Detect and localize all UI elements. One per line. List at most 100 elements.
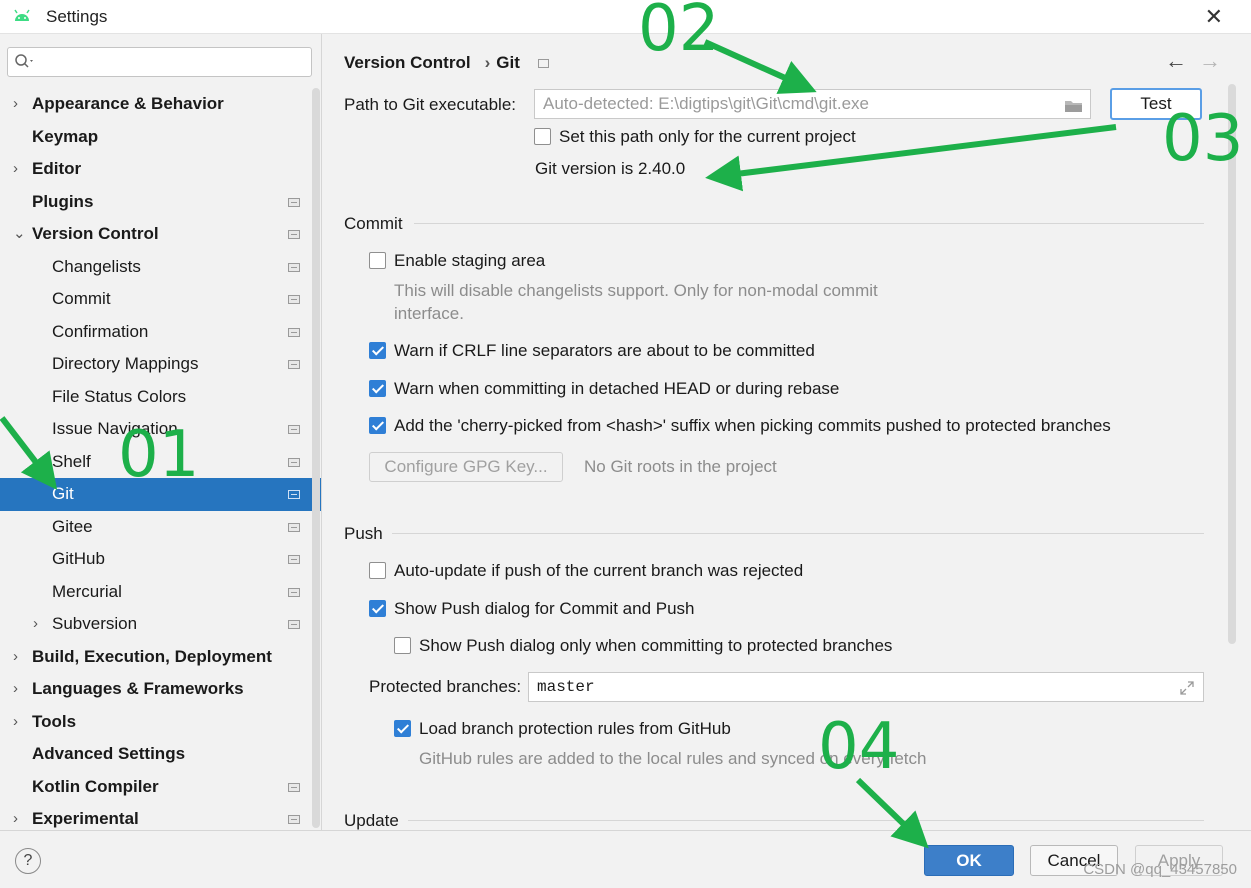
sidebar-item-advanced-settings[interactable]: Advanced Settings: [0, 738, 321, 771]
sidebar-item-keymap[interactable]: Keymap: [0, 121, 321, 154]
sidebar-item-label: Appearance & Behavior: [32, 94, 224, 113]
load-rules-label[interactable]: Load branch protection rules from GitHub: [419, 719, 731, 739]
sidebar-item-build-execution-deployment[interactable]: › Build, Execution, Deployment: [0, 641, 321, 674]
breadcrumb-separator: ›: [484, 53, 491, 72]
detached-head-checkbox[interactable]: [369, 380, 386, 397]
chevron-right-icon[interactable]: ›: [13, 641, 18, 674]
back-arrow-icon[interactable]: ←: [1165, 48, 1187, 74]
staging-hint-line1: This will disable changelists support. O…: [394, 281, 878, 300]
sidebar-item-confirmation[interactable]: Confirmation: [0, 316, 321, 349]
detached-head-label[interactable]: Warn when committing in detached HEAD or…: [394, 379, 839, 399]
protected-branches-value: master: [537, 678, 595, 696]
project-scope-icon: [288, 587, 300, 597]
chevron-right-icon[interactable]: ›: [13, 673, 18, 706]
annotation-label-04: 04: [818, 710, 900, 784]
sidebar-item-label: Changelists: [52, 256, 141, 276]
sidebar-item-editor[interactable]: › Editor: [0, 153, 321, 186]
auto-update-label[interactable]: Auto-update if push of the current branc…: [394, 561, 803, 581]
project-scope-icon: [288, 327, 300, 337]
project-scope-icon: [288, 425, 300, 434]
show-push-dialog-checkbox[interactable]: [369, 600, 386, 617]
project-scope-icon: [288, 457, 300, 467]
settings-content: Version Control › Git ← → Path to Git exec…: [322, 34, 1251, 830]
sidebar-item-label: Advanced Settings: [32, 744, 186, 763]
protected-only-checkbox[interactable]: [394, 637, 411, 654]
annotation-label-02: 02: [638, 0, 720, 66]
close-icon[interactable]: ✕: [1205, 4, 1223, 30]
project-only-label[interactable]: Set this path only for the current proje…: [559, 127, 856, 147]
sidebar-item-label: Languages & Frameworks: [32, 679, 244, 698]
project-scope-icon: [288, 360, 300, 369]
folder-icon[interactable]: [1064, 95, 1084, 123]
protected-only-label[interactable]: Show Push dialog only when committing to…: [419, 636, 892, 656]
show-push-dialog-label[interactable]: Show Push dialog for Commit and Push: [394, 599, 695, 619]
cherry-pick-checkbox[interactable]: [369, 417, 386, 434]
crlf-label[interactable]: Warn if CRLF line separators are about t…: [394, 341, 815, 361]
title-bar: Settings ✕: [0, 0, 1251, 34]
sidebar-item-file-status-colors[interactable]: File Status Colors: [0, 381, 321, 414]
load-rules-checkbox[interactable]: [394, 720, 411, 737]
sidebar-item-mercurial[interactable]: Mercurial: [0, 576, 321, 609]
sidebar-item-changelists[interactable]: Changelists: [0, 251, 321, 284]
sidebar-item-label: Git: [52, 484, 74, 503]
window-title: Settings: [46, 7, 108, 26]
commit-section-title: Commit: [344, 214, 403, 233]
sidebar-item-languages-frameworks[interactable]: › Languages & Frameworks: [0, 673, 321, 706]
commit-divider: [414, 223, 1204, 224]
sidebar-item-label: Plugins: [32, 191, 94, 211]
push-divider: [392, 533, 1204, 534]
sidebar-item-kotlin-compiler[interactable]: Kotlin Compiler: [0, 771, 321, 804]
sidebar-item-appearance-behavior[interactable]: › Appearance & Behavior: [0, 88, 321, 121]
sidebar-item-label: Version Control: [32, 224, 159, 243]
protected-branches-label: Protected branches:: [369, 677, 522, 696]
chevron-right-icon[interactable]: ›: [13, 88, 18, 121]
forward-arrow-icon[interactable]: →: [1199, 48, 1221, 74]
sidebar-item-github[interactable]: GitHub: [0, 543, 321, 576]
sidebar-item-tools[interactable]: › Tools: [0, 706, 321, 739]
chevron-right-icon[interactable]: ›: [33, 608, 38, 641]
project-scope-icon: [288, 620, 300, 629]
search-input[interactable]: [7, 47, 312, 77]
sidebar-item-label: Keymap: [32, 126, 99, 146]
protected-branches-input[interactable]: master: [528, 672, 1204, 702]
sidebar-scrollbar[interactable]: [312, 88, 320, 828]
ok-button[interactable]: OK: [924, 845, 1014, 876]
staging-checkbox[interactable]: [369, 252, 386, 269]
project-scope-icon: [288, 815, 300, 824]
sidebar-item-label: Directory Mappings: [52, 354, 199, 373]
sidebar-item-label: Gitee: [52, 516, 93, 536]
sidebar-item-commit[interactable]: Commit: [0, 283, 321, 316]
auto-update-checkbox[interactable]: [369, 562, 386, 579]
expand-icon[interactable]: [1179, 678, 1195, 706]
sidebar-item-gitee[interactable]: Gitee: [0, 511, 321, 544]
project-only-checkbox[interactable]: [534, 128, 551, 145]
breadcrumb-parent[interactable]: Version Control: [344, 53, 471, 72]
chevron-right-icon[interactable]: ›: [13, 153, 18, 186]
gpg-status-text: No Git roots in the project: [584, 457, 777, 476]
sidebar-item-label: Build, Execution, Deployment: [32, 646, 272, 666]
sidebar-item-label: Subversion: [52, 614, 138, 633]
configure-gpg-button[interactable]: Configure GPG Key...: [369, 452, 563, 482]
push-section-title: Push: [344, 524, 383, 543]
sidebar-item-directory-mappings[interactable]: Directory Mappings: [0, 348, 321, 381]
project-scope-icon: [288, 782, 300, 792]
crlf-checkbox[interactable]: [369, 342, 386, 359]
project-scope-icon: [288, 230, 300, 239]
breadcrumb-current: Git: [496, 53, 520, 72]
cherry-pick-label[interactable]: Add the 'cherry-picked from <hash>' suff…: [394, 416, 1111, 436]
project-scope-icon: [288, 197, 300, 207]
project-scope-icon: [537, 59, 549, 68]
project-scope-icon: [288, 295, 300, 304]
search-icon: [14, 53, 36, 76]
sidebar-item-subversion[interactable]: › Subversion: [0, 608, 321, 641]
sidebar-item-version-control[interactable]: ⌄ Version Control: [0, 218, 321, 251]
update-section-title: Update: [344, 811, 399, 830]
git-path-input[interactable]: Auto-detected: E:\digtips\git\Git\cmd\gi…: [534, 89, 1091, 119]
chevron-right-icon[interactable]: ›: [13, 706, 18, 739]
staging-label[interactable]: Enable staging area: [394, 251, 545, 271]
sidebar-item-plugins[interactable]: Plugins: [0, 186, 321, 219]
project-scope-icon: [288, 490, 300, 499]
sidebar-item-label: Tools: [32, 711, 77, 731]
help-icon[interactable]: ?: [15, 848, 41, 874]
chevron-down-icon[interactable]: ⌄: [13, 218, 26, 251]
